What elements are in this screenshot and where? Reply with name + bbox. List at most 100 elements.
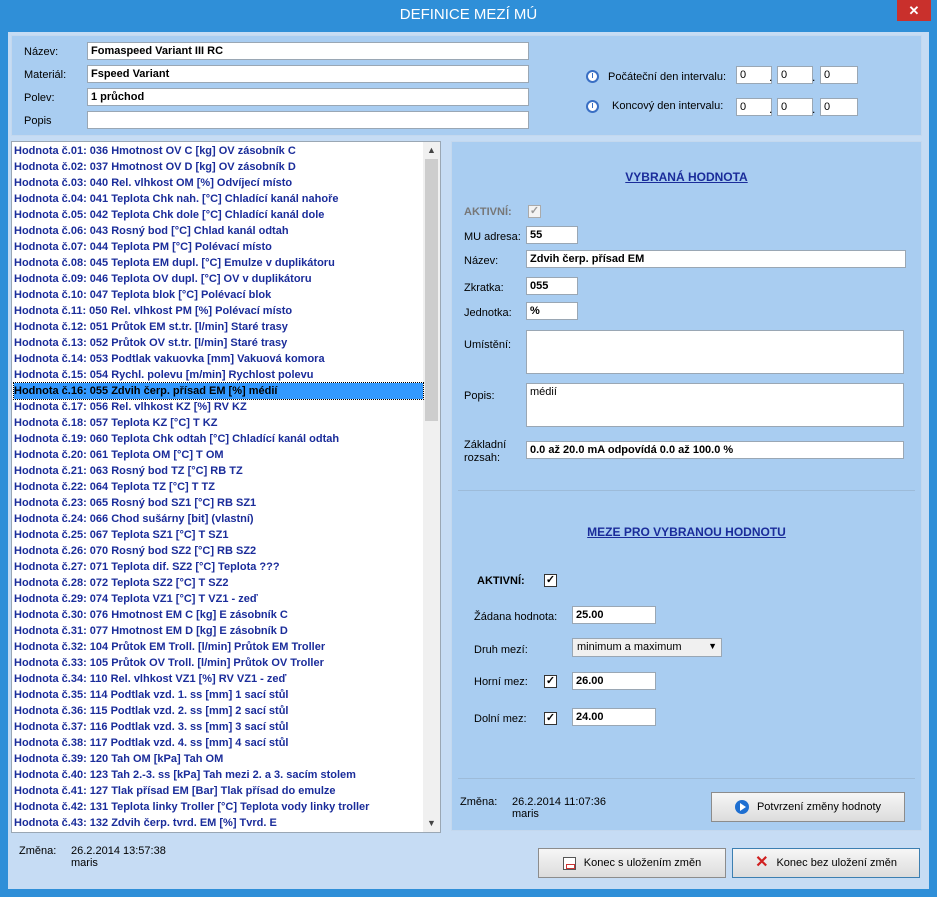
list-scrollbar[interactable]: ▲ ▼ — [423, 142, 440, 832]
zadana-input[interactable]: 25.00 — [572, 606, 656, 624]
list-item[interactable]: Hodnota č.21: 063 Rosný bod TZ [°C] RB T… — [14, 463, 243, 479]
list-item[interactable]: Hodnota č.36: 115 Podtlak vzd. 2. ss [mm… — [14, 703, 288, 719]
umisteni-textarea[interactable] — [526, 330, 904, 374]
list-item[interactable]: Hodnota č.25: 067 Teplota SZ1 [°C] T SZ1 — [14, 527, 228, 543]
list-item[interactable]: Hodnota č.32: 104 Průtok EM Troll. [l/mi… — [14, 639, 325, 655]
list-item[interactable]: Hodnota č.22: 064 Teplota TZ [°C] T TZ — [14, 479, 215, 495]
detail-nazev-input[interactable]: Zdvih čerp. přísad EM — [526, 250, 906, 268]
list-item[interactable]: Hodnota č.05: 042 Teplota Chk dole [°C] … — [14, 207, 324, 223]
list-item[interactable]: Hodnota č.01: 036 Hmotnost OV C [kg] OV … — [14, 143, 296, 159]
confirm-change-button[interactable]: Potvrzení změny hodnoty — [711, 792, 905, 822]
detail-popis-textarea[interactable]: médií — [526, 383, 904, 427]
dolni-input[interactable]: 24.00 — [572, 708, 656, 726]
list-item[interactable]: Hodnota č.28: 072 Teplota SZ2 [°C] T SZ2 — [14, 575, 228, 591]
list-item[interactable]: Hodnota č.07: 044 Teplota PM [°C] Poléva… — [14, 239, 272, 255]
list-item[interactable]: Hodnota č.42: 131 Teplota linky Troller … — [14, 799, 369, 815]
start-day-field-2[interactable]: 0 — [777, 66, 813, 84]
horni-input[interactable]: 26.00 — [572, 672, 656, 690]
dolni-checkbox[interactable]: ✓ — [544, 712, 557, 725]
list-item[interactable]: Hodnota č.41: 127 Tlak přísad EM [Bar] T… — [14, 783, 336, 799]
mu-adresa-label: MU adresa: — [464, 231, 521, 243]
start-day-label: Počáteční den intervalu: — [608, 71, 727, 83]
save-document-icon — [562, 856, 576, 870]
list-change-date: 26.2.2014 13:57:38 — [71, 845, 166, 857]
list-item[interactable]: Hodnota č.37: 116 Podtlak vzd. 3. ss [mm… — [14, 719, 288, 735]
list-item[interactable]: Hodnota č.40: 123 Tah 2.-3. ss [kPa] Tah… — [14, 767, 356, 783]
horni-label: Horní mez: — [474, 676, 528, 688]
list-item[interactable]: Hodnota č.39: 120 Tah OM [kPa] Tah OM — [14, 751, 223, 767]
list-item[interactable]: Hodnota č.02: 037 Hmotnost OV D [kg] OV … — [14, 159, 296, 175]
list-item[interactable]: Hodnota č.26: 070 Rosný bod SZ2 [°C] RB … — [14, 543, 256, 559]
list-item[interactable]: Hodnota č.20: 061 Teplota OM [°C] T OM — [14, 447, 224, 463]
list-item[interactable]: Hodnota č.06: 043 Rosný bod [°C] Chlad k… — [14, 223, 289, 239]
end-day-field-2[interactable]: 0 — [777, 98, 813, 116]
list-item[interactable]: Hodnota č.10: 047 Teplota blok [°C] Polé… — [14, 287, 271, 303]
popis-input[interactable] — [87, 111, 529, 129]
polev-input[interactable]: 1 průchod — [87, 88, 529, 106]
play-icon — [734, 800, 749, 814]
start-day-field-1[interactable]: 0 — [736, 66, 772, 84]
rozsah-label: Základní — [464, 439, 507, 451]
list-item[interactable]: Hodnota č.08: 045 Teplota EM dupl. [°C] … — [14, 255, 335, 271]
window-title: DEFINICE MEZÍ MÚ — [399, 6, 538, 23]
limits-aktivni-checkbox[interactable]: ✓ — [544, 574, 557, 587]
scroll-up-icon[interactable]: ▲ — [423, 142, 440, 159]
stopwatch-icon — [586, 100, 599, 113]
list-item[interactable]: Hodnota č.38: 117 Podtlak vzd. 4. ss [mm… — [14, 735, 288, 751]
material-label: Materiál: — [24, 69, 67, 81]
druh-select[interactable]: minimum a maximum ▼ — [572, 638, 722, 657]
stopwatch-icon — [586, 70, 599, 83]
divider — [458, 490, 915, 491]
list-item[interactable]: Hodnota č.27: 071 Teplota dif. SZ2 [°C] … — [14, 559, 280, 575]
limits-heading: MEZE PRO VYBRANOU HODNOTU — [587, 525, 786, 539]
nazev-input[interactable]: Fomaspeed Variant III RC — [87, 42, 529, 60]
zkratka-input[interactable]: 055 — [526, 277, 578, 295]
list-item[interactable]: Hodnota č.19: 060 Teplota Chk odtah [°C]… — [14, 431, 339, 447]
list-item[interactable]: Hodnota č.34: 110 Rel. vlhkost VZ1 [%] R… — [14, 671, 286, 687]
separator-dot: . — [812, 102, 816, 116]
detail-change-user: maris — [512, 808, 539, 820]
end-day-field-3[interactable]: 0 — [820, 98, 858, 116]
list-item[interactable]: Hodnota č.12: 051 Průtok EM st.tr. [l/mi… — [14, 319, 288, 335]
nazev-label: Název: — [24, 46, 59, 58]
list-item[interactable]: Hodnota č.04: 041 Teplota Chk nah. [°C] … — [14, 191, 338, 207]
start-day-field-3[interactable]: 0 — [820, 66, 858, 84]
umisteni-label: Umístění: — [464, 339, 512, 351]
list-item[interactable]: Hodnota č.13: 052 Průtok OV st.tr. [l/mi… — [14, 335, 287, 351]
exit-without-save-button[interactable]: ✕ Konec bez uložení změn — [732, 848, 920, 878]
list-item[interactable]: Hodnota č.14: 053 Podtlak vakuovka [mm] … — [14, 351, 325, 367]
list-item[interactable]: Hodnota č.31: 077 Hmotnost EM D [kg] E z… — [14, 623, 288, 639]
jednotka-input[interactable]: % — [526, 302, 578, 320]
list-item[interactable]: Hodnota č.03: 040 Rel. vlhkost OM [%] Od… — [14, 175, 292, 191]
list-item[interactable]: Hodnota č.11: 050 Rel. vlhkost PM [%] Po… — [14, 303, 292, 319]
list-item[interactable]: Hodnota č.35: 114 Podtlak vzd. 1. ss [mm… — [14, 687, 288, 703]
material-input[interactable]: Fspeed Variant — [87, 65, 529, 83]
list-item[interactable]: Hodnota č.18: 057 Teplota KZ [°C] T KZ — [14, 415, 217, 431]
zkratka-label: Zkratka: — [464, 282, 504, 294]
rozsah-input[interactable]: 0.0 až 20.0 mA odpovídá 0.0 až 100.0 % — [526, 441, 904, 459]
list-item[interactable]: Hodnota č.24: 066 Chod sušárny [bit] (vl… — [14, 511, 254, 527]
scroll-down-icon[interactable]: ▼ — [423, 815, 440, 832]
value-list[interactable]: ▲ ▼ Hodnota č.01: 036 Hmotnost OV C [kg]… — [11, 141, 441, 833]
end-day-field-1[interactable]: 0 — [736, 98, 772, 116]
scroll-thumb[interactable] — [425, 159, 438, 421]
list-item[interactable]: Hodnota č.09: 046 Teplota OV dupl. [°C] … — [14, 271, 312, 287]
aktivni-label: AKTIVNÍ: — [464, 206, 512, 218]
limits-aktivni-label: AKTIVNÍ: — [477, 575, 525, 587]
list-item[interactable]: Hodnota č.17: 056 Rel. vlhkost KZ [%] RV… — [14, 399, 247, 415]
list-item[interactable]: Hodnota č.43: 132 Zdvih čerp. tvrd. EM [… — [14, 815, 277, 831]
divider — [458, 778, 915, 779]
list-change-label: Změna: — [19, 845, 57, 857]
title-bar: DEFINICE MEZÍ MÚ ✕ — [0, 0, 937, 32]
list-item[interactable]: Hodnota č.15: 054 Rychl. polevu [m/min] … — [14, 367, 314, 383]
dolni-label: Dolní mez: — [474, 713, 527, 725]
mu-adresa-input[interactable]: 55 — [526, 226, 578, 244]
list-item[interactable]: Hodnota č.29: 074 Teplota VZ1 [°C] T VZ1… — [14, 591, 258, 607]
list-item[interactable]: Hodnota č.16: 055 Zdvih čerp. přísad EM … — [13, 382, 424, 400]
save-and-exit-button[interactable]: Konec s uložením změn — [538, 848, 726, 878]
close-button[interactable]: ✕ — [897, 0, 931, 21]
list-item[interactable]: Hodnota č.33: 105 Průtok OV Troll. [l/mi… — [14, 655, 324, 671]
list-item[interactable]: Hodnota č.23: 065 Rosný bod SZ1 [°C] RB … — [14, 495, 256, 511]
list-item[interactable]: Hodnota č.30: 076 Hmotnost EM C [kg] E z… — [14, 607, 288, 623]
horni-checkbox[interactable]: ✓ — [544, 675, 557, 688]
